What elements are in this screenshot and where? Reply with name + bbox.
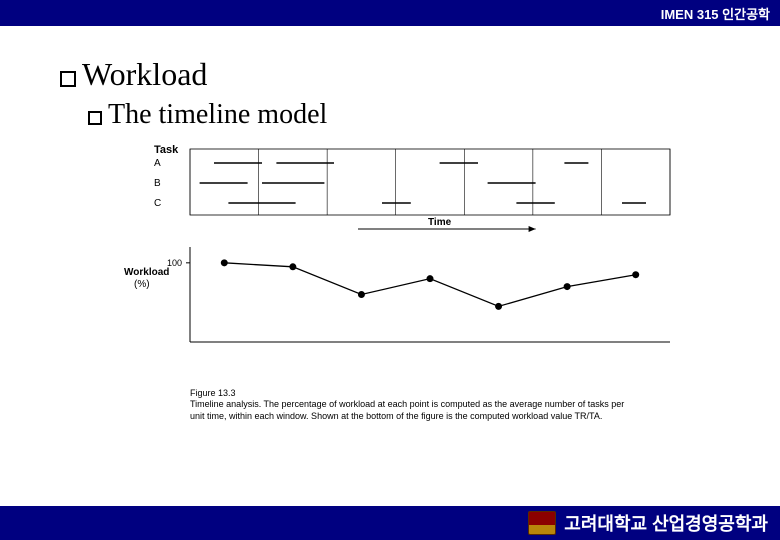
svg-text:(%): (%) [134, 279, 150, 290]
heading-text: Workload [82, 56, 207, 93]
svg-text:C: C [154, 198, 161, 209]
heading-timeline-model: The timeline model [88, 99, 730, 131]
svg-text:Time: Time [428, 217, 452, 228]
university-name: 고려대학교 산업경영공학과 [564, 510, 768, 536]
figure-caption: Figure 13.3 Timeline analysis. The perce… [190, 388, 630, 422]
svg-text:Workload: Workload [124, 267, 169, 278]
square-bullet-icon [88, 111, 102, 125]
heading-workload: Workload [60, 56, 730, 93]
svg-text:B: B [154, 178, 161, 189]
caption-title: Figure 13.3 [190, 388, 630, 399]
subheading-text: The timeline model [108, 99, 327, 131]
header-bar: IMEN 315 인간공학 [0, 0, 780, 26]
timeline-chart: Task ABC Time Workload(%) 100 [120, 143, 680, 373]
university-logo-icon [528, 511, 556, 535]
svg-text:Task: Task [154, 144, 179, 156]
square-bullet-icon [60, 71, 76, 87]
footer-bar: 고려대학교 산업경영공학과 [0, 506, 780, 540]
course-code: IMEN 315 인간공학 [661, 4, 770, 23]
slide-content: Workload The timeline model Task ABC Time W… [0, 26, 780, 422]
figure: Task ABC Time Workload(%) 100 Figure 13.3 Ti… [120, 143, 680, 422]
caption-body: Timeline analysis. The percentage of wor… [190, 399, 624, 420]
svg-text:100: 100 [167, 258, 182, 268]
svg-text:A: A [154, 158, 161, 169]
